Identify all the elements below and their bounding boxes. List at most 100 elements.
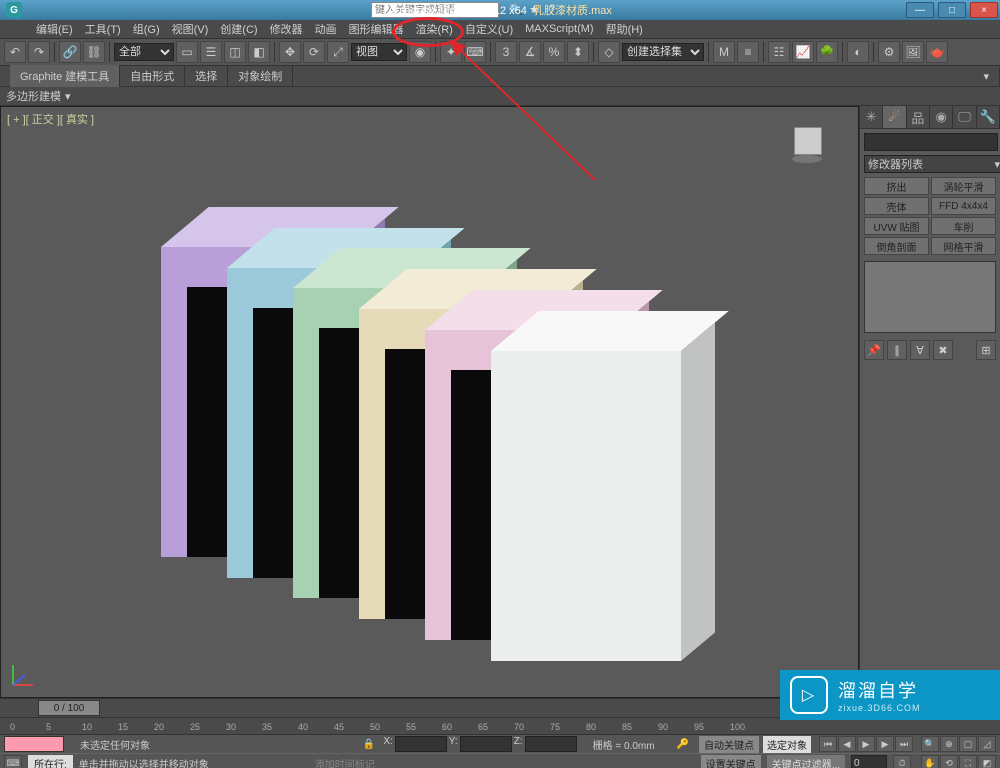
mirror-button[interactable]: M (713, 41, 735, 63)
unlink-button[interactable]: ⛓ (83, 41, 105, 63)
close-button[interactable]: × (970, 2, 998, 18)
angle-snap-button[interactable]: ∡ (519, 41, 541, 63)
mod-btn-0[interactable]: 挤出 (864, 177, 929, 195)
rotate-button[interactable]: ⟳ (303, 41, 325, 63)
y-field[interactable] (460, 736, 512, 752)
mod-btn-7[interactable]: 网格平滑 (931, 237, 996, 255)
time-slider[interactable]: 0 / 100 (38, 700, 100, 716)
undo-button[interactable]: ↶ (4, 41, 26, 63)
select-button[interactable]: ▭ (176, 41, 198, 63)
goto-end-button[interactable]: ⏭ (895, 736, 913, 752)
manipulate-button[interactable]: ✦ (440, 41, 462, 63)
viewport[interactable]: [ + ][ 正交 ][ 真实 ] (0, 106, 859, 698)
cmd-tab-motion[interactable]: ◉ (930, 106, 953, 128)
mod-btn-2[interactable]: 壳体 (864, 197, 929, 215)
fov-button[interactable]: ◿ (978, 736, 996, 752)
selection-filter[interactable]: 全部 (114, 43, 174, 61)
schematic-view-button[interactable]: 🌳 (816, 41, 838, 63)
cmd-tab-utilities[interactable]: 🔧 (977, 106, 1000, 128)
maximize-button[interactable]: □ (938, 2, 966, 18)
cmd-tab-create[interactable]: ✳ (860, 106, 883, 128)
auto-key-button[interactable]: 自动关键点 (699, 736, 759, 753)
mod-btn-6[interactable]: 倒角剖面 (864, 237, 929, 255)
make-unique-button[interactable]: ∀ (910, 340, 930, 360)
cmd-tab-modify[interactable]: ☄ (883, 106, 906, 128)
key-filters-button[interactable]: 关键点过滤器... (767, 755, 845, 768)
redo-button[interactable]: ↷ (28, 41, 50, 63)
keyboard-shortcut-button[interactable]: ⌨ (464, 41, 486, 63)
goto-start-button[interactable]: ⏮ (819, 736, 837, 752)
scale-button[interactable]: ⤢ (327, 41, 349, 63)
max-toggle-button[interactable]: ⛶ (959, 755, 977, 768)
move-button[interactable]: ✥ (279, 41, 301, 63)
mod-btn-3[interactable]: FFD 4x4x4 (931, 197, 996, 215)
object-name-field[interactable] (864, 133, 998, 151)
menu-animation[interactable]: 动画 (309, 19, 343, 39)
remove-modifier-button[interactable]: ✖ (933, 340, 953, 360)
current-frame-field[interactable]: 0 (851, 755, 887, 768)
mod-btn-1[interactable]: 涡轮平滑 (931, 177, 996, 195)
use-center-button[interactable]: ◉ (409, 41, 431, 63)
rendered-frame-button[interactable]: 🖼 (902, 41, 924, 63)
snap-toggle-3[interactable]: 3 (495, 41, 517, 63)
menu-customize[interactable]: 自定义(U) (459, 19, 519, 39)
key-icon[interactable]: 🔑 (677, 739, 689, 750)
time-config-button[interactable]: ⏱ (893, 755, 911, 768)
ribbon-panel[interactable]: 多边形建模▾ (0, 87, 1000, 106)
ribbon-tab-select[interactable]: 选择 (185, 65, 228, 87)
menu-maxscript[interactable]: MAXScript(M) (519, 21, 599, 37)
configure-modifier-sets-button[interactable]: ⊞ (976, 340, 996, 360)
ribbon-tab-paint[interactable]: 对象绘制 (228, 65, 293, 87)
ref-coord-sys[interactable]: 视图 (351, 43, 407, 61)
link-button[interactable]: 🔗 (59, 41, 81, 63)
other-nav-button[interactable]: ◩ (978, 755, 996, 768)
curve-editor-button[interactable]: 📈 (792, 41, 814, 63)
x-field[interactable] (395, 736, 447, 752)
modifier-list[interactable]: 修改器列表▾ (864, 155, 1000, 173)
percent-snap-button[interactable]: % (543, 41, 565, 63)
window-crossing-button[interactable]: ◧ (248, 41, 270, 63)
prev-frame-button[interactable]: ◀ (838, 736, 856, 752)
next-frame-button[interactable]: ▶ (876, 736, 894, 752)
mod-btn-5[interactable]: 车削 (931, 217, 996, 235)
pin-stack-button[interactable]: 📌 (864, 340, 884, 360)
select-name-button[interactable]: ☰ (200, 41, 222, 63)
modifier-stack[interactable] (864, 261, 996, 333)
track-bar-key[interactable] (4, 736, 64, 752)
view-cube[interactable] (786, 121, 828, 163)
cmd-tab-hierarchy[interactable]: 品 (907, 106, 930, 128)
mini-listener-button[interactable]: ⌨ (4, 755, 22, 768)
menu-grapheditor[interactable]: 图形编辑器 (343, 19, 410, 39)
menu-view[interactable]: 视图(V) (166, 19, 215, 39)
play-button[interactable]: ▶ (857, 736, 875, 752)
z-field[interactable] (525, 736, 577, 752)
show-end-result-button[interactable]: ∥ (887, 340, 907, 360)
mod-btn-4[interactable]: UVW 贴图 (864, 217, 929, 235)
cmd-tab-display[interactable]: 🖵 (953, 106, 976, 128)
material-editor-button[interactable]: ◐ (847, 41, 869, 63)
zoom-button[interactable]: 🔍 (921, 736, 939, 752)
ribbon-tab-freeform[interactable]: 自由形式 (120, 65, 185, 87)
menu-edit[interactable]: 编辑(E) (30, 19, 79, 39)
lock-icon[interactable]: 🔒 (363, 739, 375, 750)
zoom-extents-button[interactable]: ▢ (959, 736, 977, 752)
menu-create[interactable]: 创建(C) (214, 19, 263, 39)
viewport-label[interactable]: [ + ][ 正交 ][ 真实 ] (7, 111, 94, 127)
ribbon-collapse[interactable]: ▾ (973, 67, 1000, 86)
zoom-all-button[interactable]: ⊕ (940, 736, 958, 752)
menu-render[interactable]: 渲染(R) (410, 19, 459, 39)
menu-tools[interactable]: 工具(T) (79, 19, 127, 39)
app-icon[interactable]: G (6, 2, 22, 18)
named-sel-sets-button[interactable]: ◇ (598, 41, 620, 63)
orbit-button[interactable]: ⟲ (940, 755, 958, 768)
sel-only-field[interactable]: 选定对象 (763, 736, 811, 753)
sel-set-dropdown[interactable]: 创建选择集 (622, 43, 704, 61)
menu-help[interactable]: 帮助(H) (600, 19, 649, 39)
select-region-button[interactable]: ◫ (224, 41, 246, 63)
ribbon-tab-graphite[interactable]: Graphite 建模工具 (10, 65, 120, 87)
pan-button[interactable]: ✋ (921, 755, 939, 768)
set-key-button[interactable]: 设置关键点 (701, 755, 761, 768)
menu-modifiers[interactable]: 修改器 (264, 19, 309, 39)
minimize-button[interactable]: — (906, 2, 934, 18)
spinner-snap-button[interactable]: ⬍ (567, 41, 589, 63)
